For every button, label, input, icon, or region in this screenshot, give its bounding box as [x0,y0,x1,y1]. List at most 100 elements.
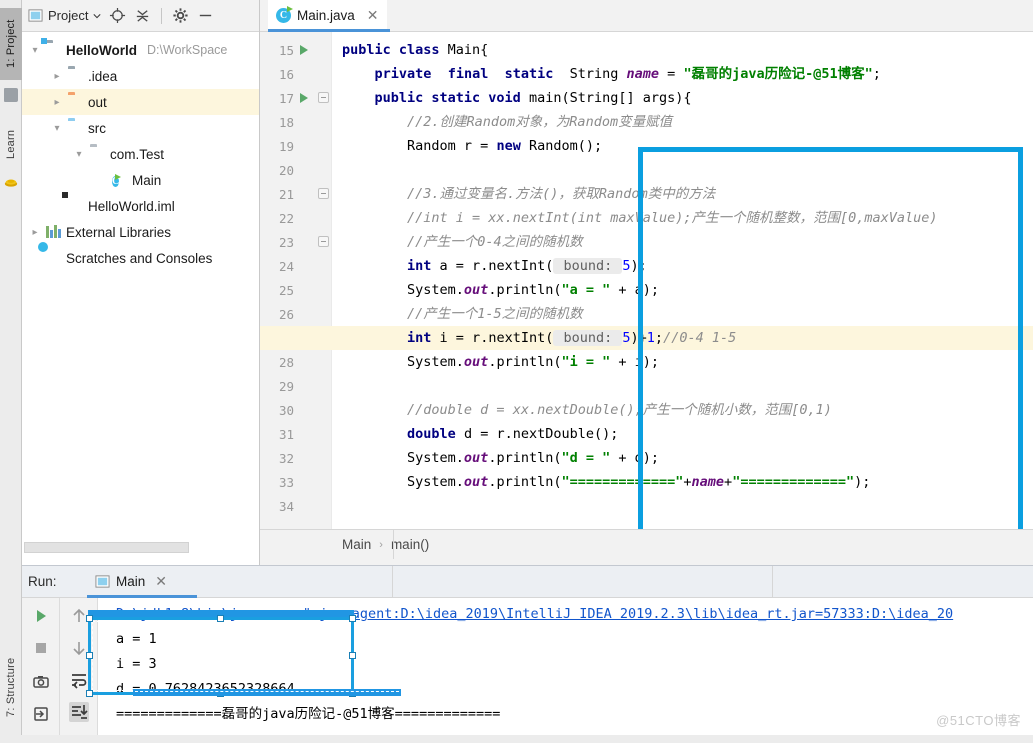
gutter-line-17[interactable]: 17 [260,86,332,110]
export-icon[interactable] [31,704,51,724]
camera-icon[interactable] [31,672,51,692]
gutter-line-33[interactable]: 33 [260,470,332,494]
gutter-line-28[interactable]: 28 [260,350,332,374]
locate-target-icon[interactable] [109,7,126,24]
sidebar-tab-structure[interactable]: 7: Structure [0,640,22,735]
folder-orange-icon [68,94,84,110]
run-header-divider [392,566,393,597]
line-number: 19 [278,138,294,154]
code-line-15: public class Main{ [342,42,489,58]
code-line-16: private final static String name = "磊哥的j… [374,66,881,82]
chevron-down-icon[interactable]: ▾ [50,123,64,134]
run-gutter-icon[interactable] [300,93,308,103]
project-view-icon [28,9,43,22]
stop-button[interactable] [31,638,51,658]
editor-tab-label: Main.java [297,8,355,23]
chevron-right-icon[interactable]: ▸ [28,227,42,238]
gutter-line-26[interactable]: 26 [260,302,332,326]
rerun-button[interactable] [31,606,51,626]
run-config-icon [95,575,110,588]
toolbar-divider [161,7,163,24]
fold-marker-icon[interactable] [318,92,329,103]
tree-item-src[interactable]: ▾ src [22,115,259,141]
project-view-selector[interactable]: Project [28,8,102,23]
gear-icon[interactable] [172,7,189,24]
gutter-line-20[interactable]: 20 [260,158,332,182]
tree-item-path: D:\WorkSpace [147,43,228,57]
close-icon[interactable]: ✕ [367,7,379,24]
tree-item-helloworld[interactable]: ▾ HelloWorld D:\WorkSpace [22,37,259,63]
chevron-down-icon[interactable]: ▾ [28,45,42,56]
console-line-2: i = 3 [116,656,157,672]
gutter-line-23[interactable]: 23 [260,230,332,254]
gutter-line-22[interactable]: 22 [260,206,332,230]
tree-item-label: External Libraries [66,224,172,240]
tree-item-com-test[interactable]: ▾ com.Test [22,141,259,167]
breadcrumb-divider [393,529,394,559]
sidebar-tab-project[interactable]: 1: Project [0,8,22,80]
chevron-right-icon[interactable]: ▸ [50,97,64,108]
run-panel-header: Run: Main ✕ [22,566,1033,598]
soft-wrap-icon[interactable] [69,670,89,690]
selection-bar-bottom [133,689,401,696]
editor-tab-main-java[interactable]: C Main.java ✕ [268,0,387,31]
sidebar-tab-learn[interactable]: Learn [0,118,22,170]
learn-icon [4,179,18,187]
breadcrumb-separator: › [379,538,383,551]
run-gutter-icon[interactable] [300,45,308,55]
tree-item-label: src [88,120,106,136]
chevron-right-icon[interactable]: ▸ [50,71,64,82]
fold-marker-icon[interactable] [318,188,329,199]
code-line-30: //double d = xx.nextDouble();产生一个随机小数，范围… [407,402,832,418]
code-line-23: //产生一个0-4之间的随机数 [407,234,583,250]
editor-code-area[interactable]: public class Main{ private final static … [260,32,1033,529]
gutter-line-16[interactable]: 16 [260,62,332,86]
line-number: 23 [278,234,294,250]
tree-item-out[interactable]: ▸ out [22,89,259,115]
run-console-output[interactable]: D:\jdk1.8\bin\java.exe "-javaagent:D:\id… [98,598,1033,743]
gutter-line-30[interactable]: 30 [260,398,332,422]
chevron-down-icon[interactable]: ▾ [72,149,86,160]
line-number: 32 [278,450,294,466]
gutter-line-34[interactable]: 34 [260,494,332,518]
code-editor[interactable]: 1516171819202122232425262728293031323334… [260,32,1033,529]
line-number: 24 [278,258,294,274]
breadcrumb-item-method[interactable]: main() [391,537,429,552]
tree-item-external-libraries[interactable]: ▸ External Libraries [22,219,259,245]
console-line-1: a = 1 [116,631,157,647]
breadcrumb[interactable]: Main › main() [260,529,1033,559]
project-horizontal-scrollbar[interactable] [22,542,252,553]
gutter-line-21[interactable]: 21 [260,182,332,206]
tree-item-label: HelloWorld [66,42,138,58]
tree-item--idea[interactable]: ▸ .idea [22,63,259,89]
run-tab-main[interactable]: Main ✕ [87,566,175,597]
gutter-line-32[interactable]: 32 [260,446,332,470]
console-line-4: =============磊哥的java历险记-@51博客===========… [116,706,501,722]
code-line-33: System.out.println("============="+name+… [342,474,871,490]
tree-item-helloworld-iml[interactable]: HelloWorld.iml [22,193,259,219]
gutter-line-15[interactable]: 15 [260,38,332,62]
minimize-icon[interactable] [197,7,214,24]
breadcrumb-item-class[interactable]: Main [342,537,371,552]
gutter-line-19[interactable]: 19 [260,134,332,158]
gutter-line-18[interactable]: 18 [260,110,332,134]
code-line-18: //2.创建Random对象，为Random变量赋值 [407,114,673,130]
close-icon[interactable]: ✕ [155,573,167,590]
code-line-24: int a = r.nextInt( bound: 5); [407,258,647,274]
watermark: @51CTO博客 [936,713,1021,728]
scroll-to-end-icon[interactable] [69,702,89,722]
gutter-line-24[interactable]: 24 [260,254,332,278]
code-line-21: //3.通过变量名.方法()，获取Random类中的方法 [407,186,716,202]
gutter-line-25[interactable]: 25 [260,278,332,302]
code-line-25: System.out.println("a = " + a); [342,282,660,298]
collapse-all-icon[interactable] [134,7,151,24]
editor-gutter[interactable]: 1516171819202122232425262728293031323334 [260,32,332,529]
gutter-line-29[interactable]: 29 [260,374,332,398]
tree-item-scratches-and-consoles[interactable]: Scratches and Consoles [22,245,259,271]
fold-marker-icon[interactable] [318,236,329,247]
arrow-up-icon[interactable] [69,606,89,626]
tree-item-main[interactable]: C Main [22,167,259,193]
line-number: 34 [278,498,294,514]
gutter-line-31[interactable]: 31 [260,422,332,446]
arrow-down-icon[interactable] [69,638,89,658]
